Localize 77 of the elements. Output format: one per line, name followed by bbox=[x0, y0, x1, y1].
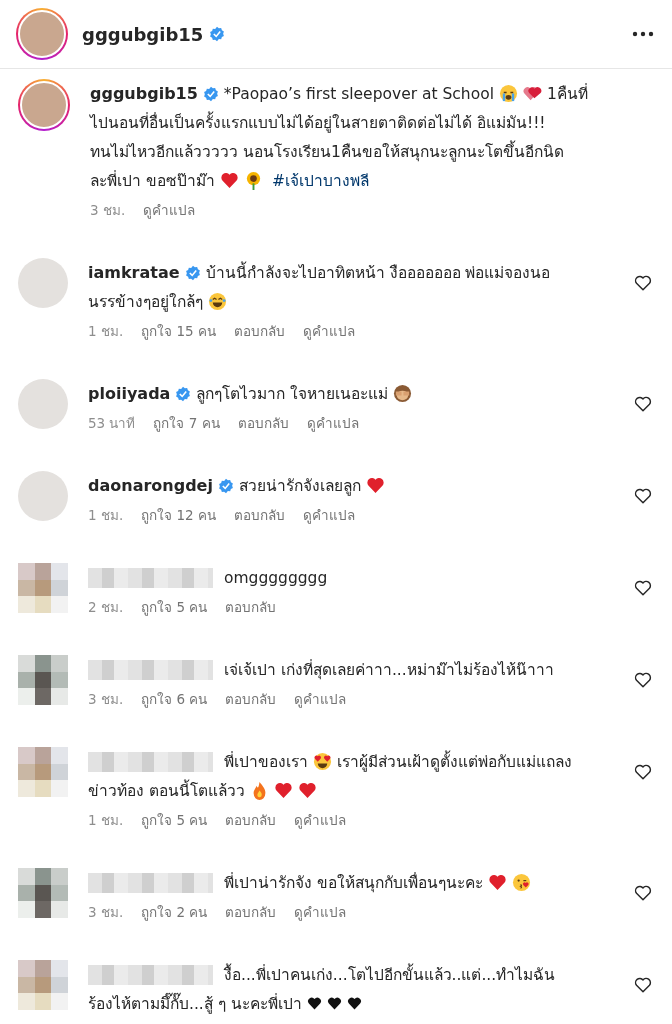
comment-text: พี่เปาของเรา bbox=[224, 750, 308, 773]
crying-face-icon bbox=[498, 84, 518, 103]
likes-count[interactable]: ถูกใจ 6 คน bbox=[141, 689, 208, 708]
comment-text: บ้านนี้กำลังจะไปอาทิตหน้า งือออออออ พ่อแม่จองนอ bbox=[205, 260, 551, 285]
comment-text: งื้อ...พี่เปาคนเก่ง...โตไปอีกขั้นแล้ว..แต่...ทำไมฉัน bbox=[224, 962, 556, 987]
heart-icon bbox=[297, 781, 317, 800]
username[interactable]: gggubgib15 bbox=[82, 23, 204, 45]
translate-link[interactable]: ดูคำแปล bbox=[294, 810, 347, 829]
profile-avatar[interactable] bbox=[16, 8, 68, 60]
comment-text: ร้องไห้ตามมึ๊กั๊บ...สู้ ๆ นะคะพี่เปา bbox=[88, 991, 302, 1016]
comment-text: omgggggggg bbox=[224, 568, 328, 587]
timestamp: 1 ชม. bbox=[88, 810, 124, 829]
comment-text: 1คืนที่ bbox=[546, 82, 588, 105]
comment-text: *Paopao’s first sleepover at School bbox=[223, 84, 494, 103]
comment-text: ละพี่เปา ขอซป๊าม๊า bbox=[90, 169, 215, 192]
translate-link[interactable]: ดูคำแปล bbox=[302, 321, 355, 340]
reply-button[interactable]: ตอบกลับ bbox=[225, 689, 277, 708]
like-button[interactable] bbox=[634, 884, 652, 902]
timestamp: 3 ชม. bbox=[88, 689, 124, 708]
comment-text: นรรข้างๆอยู่ใกล้ๆ bbox=[88, 292, 203, 314]
like-button[interactable] bbox=[634, 976, 652, 994]
timestamp: 3 ชม. bbox=[88, 902, 124, 921]
heart-icon bbox=[346, 996, 362, 1011]
hashtag-link[interactable]: #เจ้เปาบางพลี bbox=[271, 168, 369, 193]
timestamp: 1 ชม. bbox=[88, 321, 124, 340]
comment-text: พี่เปาน่ารักจัง ขอให้สนุกกับเพื่อนๆนะคะ bbox=[224, 871, 483, 895]
comment-text: ทนไม่ไหวอีกแล้ววววว นอนโรงเรียน1คืนขอให้สนุกนะลูกนะโตขึ้นอีกนิด bbox=[90, 139, 564, 164]
likes-count[interactable]: ถูกใจ 5 คน bbox=[141, 597, 208, 616]
comment-text: ไปนอนที่อื่นเป็นครั้งแรกแบบไม่ได้อยู่ในสายตาติดต่อไม่ได้ อิแม่มัน!!! bbox=[90, 110, 546, 135]
reply-button[interactable]: ตอบกลับ bbox=[225, 902, 277, 921]
timestamp: 2 ชม. bbox=[88, 597, 124, 616]
heart-icon bbox=[273, 781, 293, 800]
comment-text: สวยน่ารักจังเลยลูก bbox=[238, 476, 361, 498]
profile-avatar[interactable] bbox=[18, 79, 70, 131]
reply-button[interactable]: ตอบกลับ bbox=[225, 597, 277, 616]
like-button[interactable] bbox=[634, 763, 652, 781]
like-button[interactable] bbox=[634, 671, 652, 689]
likes-count[interactable]: ถูกใจ 7 คน bbox=[153, 413, 220, 432]
monkey-face-icon bbox=[393, 384, 413, 403]
likes-count[interactable]: ถูกใจ 2 คน bbox=[141, 902, 208, 921]
like-button[interactable] bbox=[634, 487, 652, 505]
like-button[interactable] bbox=[634, 274, 652, 292]
likes-count[interactable]: ถูกใจ 5 คน bbox=[141, 810, 208, 829]
likes-count[interactable]: ถูกใจ 15 คน bbox=[141, 321, 216, 340]
heart-eyes-face-icon bbox=[313, 752, 332, 771]
translate-link[interactable]: ดูคำแปล bbox=[306, 413, 359, 432]
likes-count[interactable]: ถูกใจ 12 คน bbox=[141, 505, 216, 524]
comment-text: ลูกๆโตไวมาก ใจหายเนอะแม่ bbox=[196, 384, 389, 406]
translate-link[interactable]: ดูคำแปล bbox=[302, 505, 355, 524]
username[interactable]: daonarongdej bbox=[88, 476, 213, 495]
username[interactable]: iamkratae bbox=[88, 263, 180, 282]
timestamp: 1 ชม. bbox=[88, 505, 124, 524]
comment-text: ข่าวท้อง ตอนนี้โตแล้วว bbox=[88, 778, 245, 803]
heart-icon bbox=[365, 476, 385, 495]
translate-link[interactable]: ดูคำแปล bbox=[143, 200, 196, 219]
reply-button[interactable]: ตอบกลับ bbox=[233, 505, 285, 524]
reply-button[interactable]: ตอบกลับ bbox=[233, 321, 285, 340]
heart-icon bbox=[219, 171, 239, 190]
more-icon bbox=[632, 31, 654, 37]
translate-link[interactable]: ดูคำแปล bbox=[294, 902, 347, 921]
laughing-face-icon bbox=[208, 292, 227, 311]
username[interactable]: gggubgib15 bbox=[90, 84, 198, 103]
timestamp: 53 นาที bbox=[88, 413, 136, 432]
heart-icon bbox=[306, 996, 322, 1011]
like-button[interactable] bbox=[634, 579, 652, 597]
timestamp: 3 ชม. bbox=[90, 200, 126, 219]
heart-icon bbox=[326, 996, 342, 1011]
hearts-icon bbox=[522, 84, 542, 103]
comment-text: เราผู้มีส่วนเฝ้าดูตั้งแต่พ่อกับแม่แถลง bbox=[337, 749, 572, 774]
reply-button[interactable]: ตอบกลับ bbox=[237, 413, 289, 432]
heart-icon bbox=[487, 873, 507, 892]
comment-text: เจ่เจ้เปา เก่งที่สุดเลยค่าาา...หม่าม๊าไม่ร้องไห้น๊าาา bbox=[224, 658, 554, 682]
reply-button[interactable]: ตอบกลับ bbox=[225, 810, 277, 829]
kiss-face-icon bbox=[511, 873, 531, 892]
username[interactable]: ploiiyada bbox=[88, 384, 171, 403]
translate-link[interactable]: ดูคำแปล bbox=[294, 689, 347, 708]
like-button[interactable] bbox=[634, 395, 652, 413]
